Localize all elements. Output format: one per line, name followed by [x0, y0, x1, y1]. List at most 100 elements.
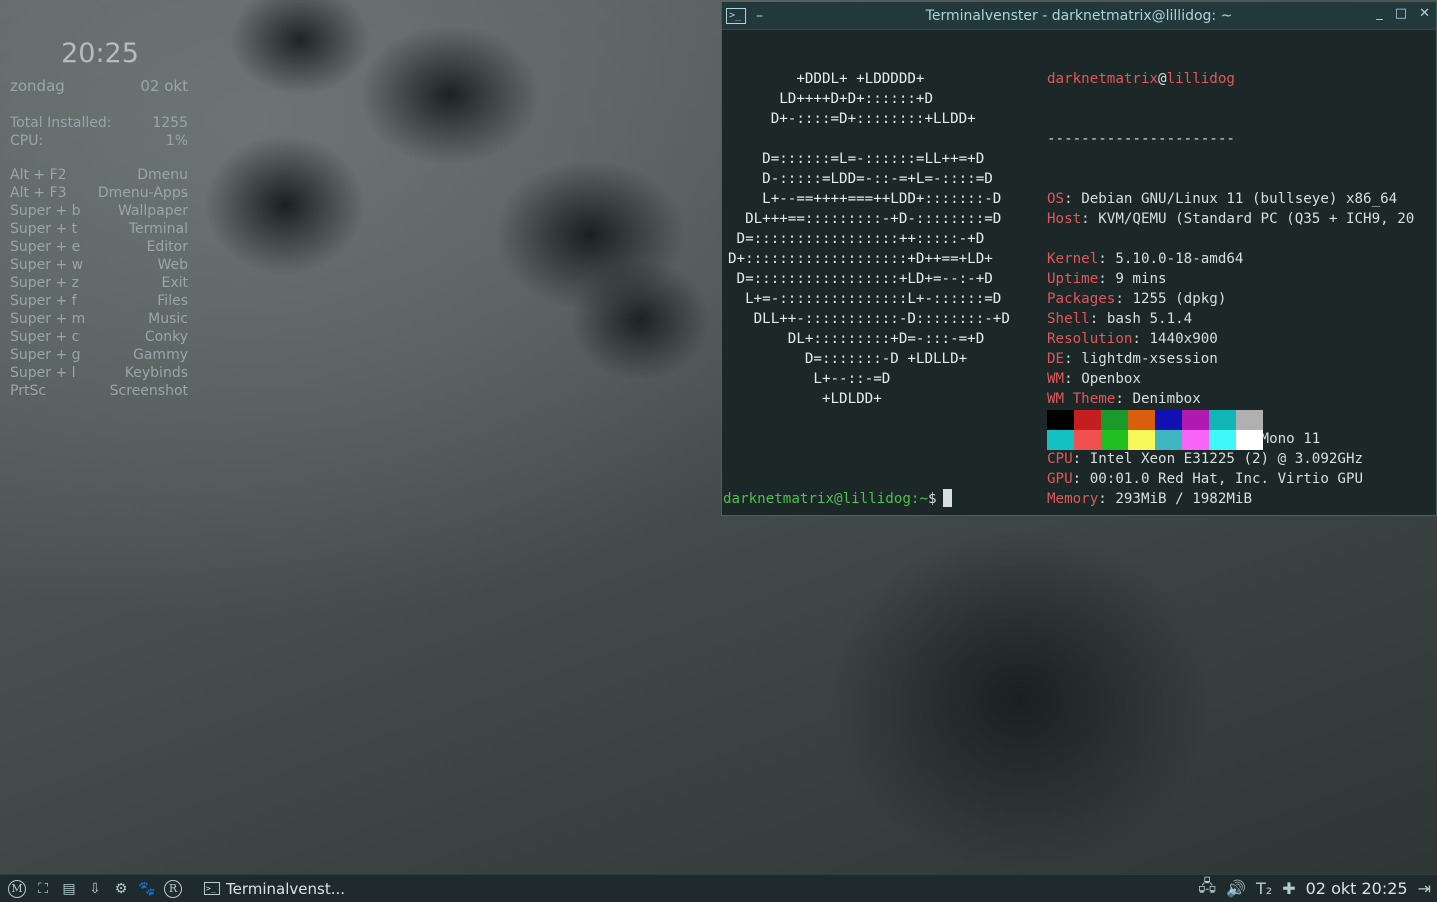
color-swatch [1209, 410, 1236, 430]
stat-value: 1255 [152, 115, 188, 131]
keybind-value: Music [148, 311, 188, 327]
color-swatch [1047, 410, 1074, 430]
prompt-symbol: $ [928, 491, 937, 507]
volume-icon[interactable]: 🔊 [1226, 879, 1246, 898]
prompt-text: darknetmatrix@lillidog:~ [723, 491, 928, 507]
download-icon[interactable]: ⇩ [86, 880, 104, 898]
info-line: DE: lightdm-xsession [1047, 351, 1218, 367]
color-swatch [1236, 410, 1263, 430]
fullscreen-icon[interactable]: ⛶ [34, 880, 52, 898]
info-at: @ [1158, 71, 1167, 87]
conky-clock: 20:25 [61, 38, 139, 69]
task-terminal[interactable]: >_ Terminalvenst... [204, 880, 345, 898]
keybind-row: Super + l Keybinds [10, 364, 188, 382]
info-line: Shell: bash 5.1.4 [1047, 311, 1193, 327]
plus-icon[interactable]: ✚ [1282, 879, 1295, 898]
info-key: WM Theme [1047, 391, 1116, 407]
task-label: Terminalvenst... [226, 879, 346, 898]
logo-line: D+:::::::::::::::::::+D++==+LD+ [728, 251, 993, 267]
keybind-value: Web [157, 257, 188, 273]
conky-widget: 20:25 zondag 02 okt Total Installed: 1255… [10, 38, 188, 400]
color-swatch [1155, 410, 1182, 430]
info-line: WM Theme: Denimbox [1047, 391, 1201, 407]
info-line: GPU: 00:01.0 Red Hat, Inc. Virtio GPU [1047, 471, 1364, 487]
shell-prompt[interactable]: darknetmatrix@lillidog:~$ [723, 489, 952, 509]
keybind-label: Super + f [10, 293, 77, 309]
info-value: 1255 (dpkg) [1132, 291, 1227, 307]
info-line: Resolution: 1440x900 [1047, 331, 1218, 347]
logout-icon[interactable]: ⇥ [1418, 879, 1431, 898]
info-line: WM: Openbox [1047, 371, 1141, 387]
stat-value: 1% [165, 133, 188, 149]
system-info: darknetmatrix@lillidog -----------------… [1047, 29, 1414, 549]
network-icon[interactable]: 🖧 [1198, 875, 1216, 902]
info-key: Kernel [1047, 251, 1099, 267]
keybind-value: Gammy [133, 347, 188, 363]
keybind-row: Super + g Gammy [10, 346, 188, 364]
logo-line: +LDLDD+ [728, 391, 882, 407]
logo-line: L+--::-=D [728, 371, 891, 387]
r-icon[interactable]: R [164, 879, 182, 898]
minimize-button[interactable]: _ [1376, 6, 1383, 21]
info-value: 00:01.0 Red Hat, Inc. Virtio GPU [1089, 471, 1364, 487]
keybind-label: Alt + F3 [10, 185, 67, 201]
info-key: Packages [1047, 291, 1116, 307]
terminal-window[interactable]: >_ – Terminalvenster - darknetmatrix@lil… [721, 2, 1437, 516]
settings-icon[interactable]: ⚙ [112, 880, 130, 898]
logo-line [728, 49, 1010, 69]
text-cursor [942, 489, 952, 507]
menu-icon[interactable]: M [8, 879, 26, 898]
logo-line: D=:::::::::::::::::+LD+=--:-+D [728, 271, 993, 287]
keybind-row: Super + e Editor [10, 238, 188, 256]
conky-date-row: zondag 02 okt [10, 75, 188, 97]
keybind-value: Dmenu-Apps [97, 185, 188, 201]
terminal-titlebar[interactable]: >_ – Terminalvenster - darknetmatrix@lil… [722, 2, 1436, 30]
info-value: lightdm-xsession [1081, 351, 1218, 367]
keybind-label: PrtSc [10, 383, 47, 399]
color-swatch [1128, 430, 1155, 450]
color-swatch [1047, 430, 1074, 450]
keybind-label: Super + e [10, 239, 81, 255]
logo-line: +DDDL+ +LDDDDD+ [728, 71, 925, 87]
logo-line: LD++++D+D+::::::+D [728, 91, 933, 107]
maximize-button[interactable]: □ [1395, 6, 1407, 21]
info-value: bash 5.1.4 [1106, 311, 1193, 327]
info-line: Host: KVM/QEMU (Standard PC (Q35 + ICH9,… [1047, 211, 1415, 227]
info-key: WM [1047, 371, 1065, 387]
keybind-row: Super + t Terminal [10, 220, 188, 238]
logo-line: DLL++-:::::::::::-D::::::::-+D [728, 311, 1010, 327]
taskbar-clock[interactable]: 02 okt 20:25 [1306, 879, 1408, 898]
close-button[interactable]: ✕ [1419, 6, 1430, 21]
keybind-label: Super + z [10, 275, 79, 291]
logo-line: D-:::::=LDD=-::-=+L=-::::=D [728, 171, 993, 187]
launcher-area: M ⛶ ▤ ⇩ ⚙ 🐾 R [8, 879, 182, 898]
logo-line: D+-::::=D+::::::::+LLDD+ [728, 111, 976, 127]
logo-line: L+=-:::::::::::::::L+-::::::=D [728, 291, 1002, 307]
color-swatch [1074, 430, 1101, 450]
window-title: Terminalvenster - darknetmatrix@lillidog… [925, 7, 1233, 24]
keybind-label: Super + m [10, 311, 86, 327]
color-palette [1047, 410, 1263, 450]
info-value: 1440x900 [1149, 331, 1218, 347]
paw-icon[interactable]: 🐾 [138, 880, 156, 898]
task-terminal-icon: >_ [204, 882, 220, 895]
stat-label: CPU: [10, 133, 44, 149]
conky-keybinds: Alt + F2 Dmenu Alt + F3 Dmenu-Apps Super + b… [10, 166, 188, 400]
keybind-value: Conky [144, 329, 188, 345]
info-separator: ---------------------- [1047, 131, 1235, 147]
font-icon[interactable]: T₂ [1256, 879, 1272, 898]
keybind-row: Super + z Exit [10, 274, 188, 292]
info-value: 5.10.0-18-amd64 [1115, 251, 1244, 267]
stat-row: CPU: 1% [10, 132, 188, 150]
info-line [1047, 229, 1414, 249]
info-key: Uptime [1047, 271, 1099, 287]
info-user: darknetmatrix [1047, 71, 1159, 87]
conky-day: zondag [10, 77, 65, 95]
keybind-row: Alt + F2 Dmenu [10, 166, 188, 184]
color-swatch [1074, 410, 1101, 430]
terminal-icon[interactable]: >_ [726, 7, 746, 24]
window-list-icon[interactable]: ▤ [60, 880, 78, 898]
color-swatch [1182, 410, 1209, 430]
window-menu-icon[interactable]: – [756, 9, 763, 23]
keybind-value: Exit [161, 275, 188, 291]
